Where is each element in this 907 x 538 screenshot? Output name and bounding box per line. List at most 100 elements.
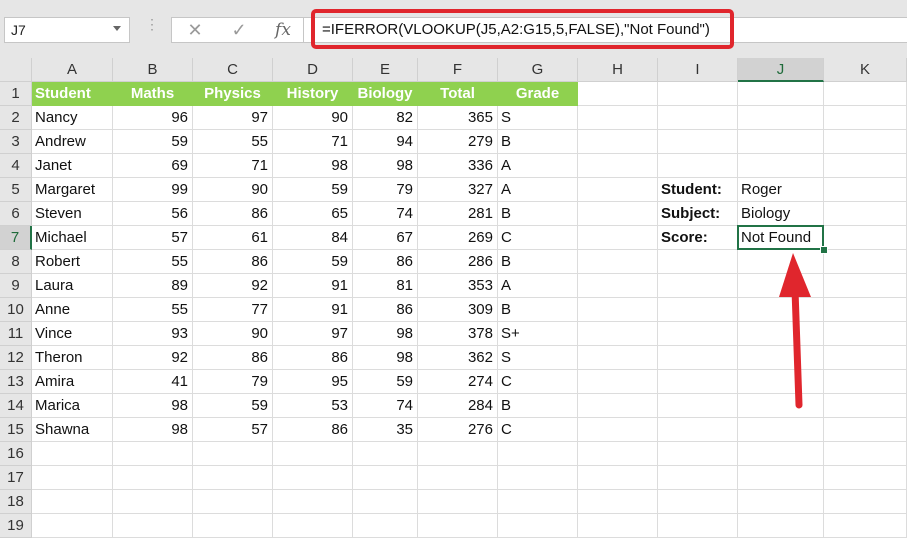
cell-c11[interactable]: 90 [193, 322, 273, 346]
cell-d6[interactable]: 65 [273, 202, 353, 226]
cell-b8[interactable]: 55 [113, 250, 193, 274]
cell-k18[interactable] [824, 490, 907, 514]
cell-h18[interactable] [578, 490, 658, 514]
row-header-19[interactable]: 19 [0, 514, 32, 538]
cell-c6[interactable]: 86 [193, 202, 273, 226]
cell-a3[interactable]: Andrew [32, 130, 113, 154]
cell-e17[interactable] [353, 466, 418, 490]
cell-d9[interactable]: 91 [273, 274, 353, 298]
cell-g3[interactable]: B [498, 130, 578, 154]
cell-k6[interactable] [824, 202, 907, 226]
cell-i17[interactable] [658, 466, 738, 490]
cell-e13[interactable]: 59 [353, 370, 418, 394]
cell-f19[interactable] [418, 514, 498, 538]
cell-j2[interactable] [738, 106, 824, 130]
cell-h4[interactable] [578, 154, 658, 178]
cell-i5[interactable]: Student: [658, 178, 738, 202]
cell-f12[interactable]: 362 [418, 346, 498, 370]
cell-f18[interactable] [418, 490, 498, 514]
cell-b6[interactable]: 56 [113, 202, 193, 226]
cell-i15[interactable] [658, 418, 738, 442]
cell-k7[interactable] [824, 226, 907, 250]
cell-h8[interactable] [578, 250, 658, 274]
cell-c3[interactable]: 55 [193, 130, 273, 154]
cell-b2[interactable]: 96 [113, 106, 193, 130]
cell-d15[interactable]: 86 [273, 418, 353, 442]
cell-b13[interactable]: 41 [113, 370, 193, 394]
cell-c7[interactable]: 61 [193, 226, 273, 250]
cell-h9[interactable] [578, 274, 658, 298]
row-header-6[interactable]: 6 [0, 202, 32, 226]
fill-handle[interactable] [820, 246, 828, 254]
cell-h15[interactable] [578, 418, 658, 442]
cell-d17[interactable] [273, 466, 353, 490]
cell-g2[interactable]: S [498, 106, 578, 130]
cell-j3[interactable] [738, 130, 824, 154]
row-header-4[interactable]: 4 [0, 154, 32, 178]
cell-k8[interactable] [824, 250, 907, 274]
cell-c18[interactable] [193, 490, 273, 514]
cell-f6[interactable]: 281 [418, 202, 498, 226]
cell-j9[interactable] [738, 274, 824, 298]
cell-e15[interactable]: 35 [353, 418, 418, 442]
column-header-h[interactable]: H [578, 58, 658, 82]
row-header-3[interactable]: 3 [0, 130, 32, 154]
column-header-f[interactable]: F [418, 58, 498, 82]
cell-j13[interactable] [738, 370, 824, 394]
cell-g1[interactable]: Grade [498, 82, 578, 106]
cell-i13[interactable] [658, 370, 738, 394]
cell-k1[interactable] [824, 82, 907, 106]
cell-g9[interactable]: A [498, 274, 578, 298]
cell-e7[interactable]: 67 [353, 226, 418, 250]
cell-b15[interactable]: 98 [113, 418, 193, 442]
name-box[interactable]: J7 [4, 17, 130, 43]
cell-d8[interactable]: 59 [273, 250, 353, 274]
cell-d3[interactable]: 71 [273, 130, 353, 154]
cell-b17[interactable] [113, 466, 193, 490]
column-header-g[interactable]: G [498, 58, 578, 82]
cell-f7[interactable]: 269 [418, 226, 498, 250]
cell-f10[interactable]: 309 [418, 298, 498, 322]
cell-e16[interactable] [353, 442, 418, 466]
cell-e5[interactable]: 79 [353, 178, 418, 202]
cell-c10[interactable]: 77 [193, 298, 273, 322]
cell-f1[interactable]: Total [418, 82, 498, 106]
cell-h17[interactable] [578, 466, 658, 490]
cell-h1[interactable] [578, 82, 658, 106]
cell-b3[interactable]: 59 [113, 130, 193, 154]
insert-function-icon[interactable]: fx [268, 18, 298, 42]
cell-k13[interactable] [824, 370, 907, 394]
cell-f9[interactable]: 353 [418, 274, 498, 298]
cell-b7[interactable]: 57 [113, 226, 193, 250]
cell-k17[interactable] [824, 466, 907, 490]
cell-g19[interactable] [498, 514, 578, 538]
cell-h3[interactable] [578, 130, 658, 154]
cell-i16[interactable] [658, 442, 738, 466]
cell-j16[interactable] [738, 442, 824, 466]
cell-k9[interactable] [824, 274, 907, 298]
row-header-10[interactable]: 10 [0, 298, 32, 322]
cell-e3[interactable]: 94 [353, 130, 418, 154]
cell-h13[interactable] [578, 370, 658, 394]
cell-b11[interactable]: 93 [113, 322, 193, 346]
cell-g7[interactable]: C [498, 226, 578, 250]
cell-f17[interactable] [418, 466, 498, 490]
cell-j14[interactable] [738, 394, 824, 418]
cell-c17[interactable] [193, 466, 273, 490]
cell-a19[interactable] [32, 514, 113, 538]
cell-k3[interactable] [824, 130, 907, 154]
row-header-16[interactable]: 16 [0, 442, 32, 466]
cell-c1[interactable]: Physics [193, 82, 273, 106]
cell-c12[interactable]: 86 [193, 346, 273, 370]
cell-b10[interactable]: 55 [113, 298, 193, 322]
cell-g13[interactable]: C [498, 370, 578, 394]
cell-e19[interactable] [353, 514, 418, 538]
cell-d12[interactable]: 86 [273, 346, 353, 370]
cell-k2[interactable] [824, 106, 907, 130]
cell-a13[interactable]: Amira [32, 370, 113, 394]
cell-k11[interactable] [824, 322, 907, 346]
cell-a14[interactable]: Marica [32, 394, 113, 418]
cell-f2[interactable]: 365 [418, 106, 498, 130]
cell-f5[interactable]: 327 [418, 178, 498, 202]
cell-j8[interactable] [738, 250, 824, 274]
